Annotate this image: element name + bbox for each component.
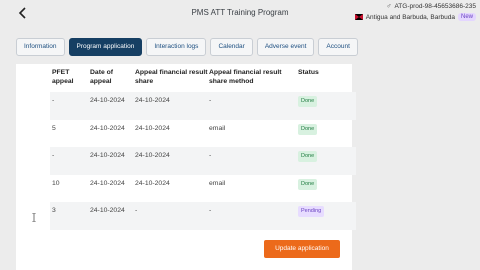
account-id-line: ♂ ATG-prod-98-45653686-235 (386, 3, 476, 10)
male-gender-icon: ♂ (386, 3, 392, 10)
status-badge: Done (298, 178, 318, 190)
method-cell: - (209, 152, 212, 159)
new-badge: New (457, 13, 476, 21)
tab-information[interactable]: Information (16, 38, 65, 56)
header-result-share: Appeal financial result share (135, 69, 208, 85)
pfet-cell: 10 (52, 179, 60, 187)
share-cell: 24-10-2024 (135, 179, 170, 187)
text-cursor-icon (31, 209, 37, 223)
tab-adverse-event[interactable]: Adverse event (256, 38, 315, 56)
country-line: Antigua and Barbuda, Barbuda New (354, 13, 476, 21)
header-date-of-appeal: Date of appeal (90, 69, 114, 85)
update-application-button[interactable]: Update application (264, 240, 340, 258)
table-header: PFET appeal Date of appeal Appeal financ… (50, 66, 356, 92)
method-cell: email (209, 124, 226, 132)
method-cell: - (209, 207, 212, 214)
status-cell: Done (298, 147, 356, 162)
account-id: ATG-prod-98-45653686-235 (394, 3, 476, 10)
date-cell: 24-10-2024 (90, 97, 125, 104)
method-cell: email (209, 179, 226, 187)
tab-interaction-logs[interactable]: Interaction logs (146, 38, 207, 56)
appeals-table: PFET appeal Date of appeal Appeal financ… (50, 66, 356, 230)
date-cell: 24-10-2024 (90, 179, 125, 187)
date-cell: 24-10-2024 (90, 207, 125, 214)
pfet-cell: 3 (52, 207, 56, 214)
tab-bar: Information Program application Interact… (16, 38, 358, 56)
status-cell: Done (298, 175, 356, 190)
status-badge: Done (298, 96, 318, 107)
status-badge: Done (298, 151, 318, 162)
tab-account[interactable]: Account (318, 38, 358, 56)
status-badge: Pending (298, 206, 325, 217)
header-share-method: Appeal financial result share method (209, 69, 282, 85)
table-row[interactable]: - 24-10-2024 24-10-2024 - Done (50, 92, 356, 120)
date-cell: 24-10-2024 (90, 152, 125, 159)
share-cell: 24-10-2024 (135, 124, 170, 132)
pfet-cell: - (52, 97, 55, 104)
status-cell: Done (298, 92, 356, 107)
top-bar: PMS ATT Training Program ♂ ATG-prod-98-4… (0, 0, 480, 32)
status-cell: Pending (298, 202, 356, 217)
pfet-cell: - (52, 152, 55, 159)
header-status: Status (298, 69, 319, 76)
date-cell: 24-10-2024 (90, 124, 125, 132)
table-row[interactable]: 3 24-10-2024 - - Pending (50, 202, 356, 230)
country-name: Antigua and Barbuda, Barbuda (365, 13, 455, 21)
status-badge: Done (298, 123, 318, 135)
share-cell: - (135, 207, 138, 214)
method-cell: - (209, 97, 212, 104)
tab-program-application[interactable]: Program application (68, 38, 143, 56)
table-row[interactable]: - 24-10-2024 24-10-2024 - Done (50, 147, 356, 175)
pfet-cell: 5 (52, 124, 56, 132)
table-row[interactable]: 10 24-10-2024 24-10-2024 email Done (50, 175, 356, 203)
header-pfet-appeal: PFET appeal (52, 69, 74, 85)
share-cell: 24-10-2024 (135, 152, 170, 159)
status-cell: Done (298, 120, 356, 135)
share-cell: 24-10-2024 (135, 97, 170, 104)
table-row[interactable]: 5 24-10-2024 24-10-2024 email Done (50, 120, 356, 148)
country-flag-icon (354, 14, 363, 20)
tab-calendar[interactable]: Calendar (210, 38, 253, 56)
